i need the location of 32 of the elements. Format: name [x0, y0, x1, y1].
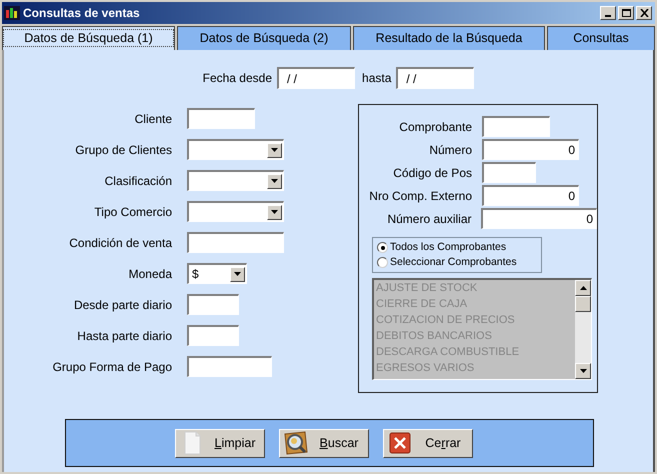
tab[interactable]: Datos de Búsqueda (1)	[2, 26, 175, 50]
tab[interactable]: Datos de Búsqueda (2)	[177, 26, 351, 50]
date-from-label: Fecha desde	[202, 70, 272, 87]
field-label: Número auxiliar	[386, 210, 472, 228]
input-field[interactable]: 0	[482, 185, 579, 206]
window-title: Consultas de ventas	[23, 5, 141, 22]
field-label: Desde parte diario	[72, 296, 172, 314]
tab[interactable]: Resultado de la Búsqueda	[353, 26, 545, 50]
action-button[interactable]: Cerrar	[382, 428, 472, 458]
action-button[interactable]: Buscar	[278, 428, 368, 458]
field-label: Grupo de Clientes	[74, 142, 172, 158]
field-label: Tipo Comercio	[93, 204, 172, 220]
action-button[interactable]: Limpiar	[174, 428, 264, 458]
tab[interactable]: Consultas	[547, 26, 655, 50]
field-label: Clasificación	[104, 172, 172, 190]
date-from-field[interactable]: / /	[277, 67, 356, 89]
field-label: Nro Comp. Externo	[368, 188, 472, 204]
field-label: Moneda	[128, 266, 172, 282]
field-label: Condición de venta	[68, 234, 172, 252]
field-label: Número	[428, 142, 472, 158]
dropdown-field[interactable]: $	[187, 263, 247, 284]
input-field[interactable]: 0	[481, 208, 597, 229]
field-label: Hasta parte diario	[76, 328, 172, 344]
radio-label: Seleccionar Comprobantes	[390, 255, 517, 270]
date-to-field[interactable]: / /	[396, 67, 474, 89]
input-field[interactable]: 0	[482, 139, 579, 160]
date-to-label: hasta	[362, 70, 392, 87]
field-label: Grupo Forma de Pago	[52, 358, 172, 376]
field-label: Cliente	[134, 110, 172, 128]
field-label: Comprobante	[398, 118, 472, 136]
radio-label: Todos los Comprobantes	[390, 240, 506, 255]
field-label: Código de Pos	[392, 164, 472, 182]
